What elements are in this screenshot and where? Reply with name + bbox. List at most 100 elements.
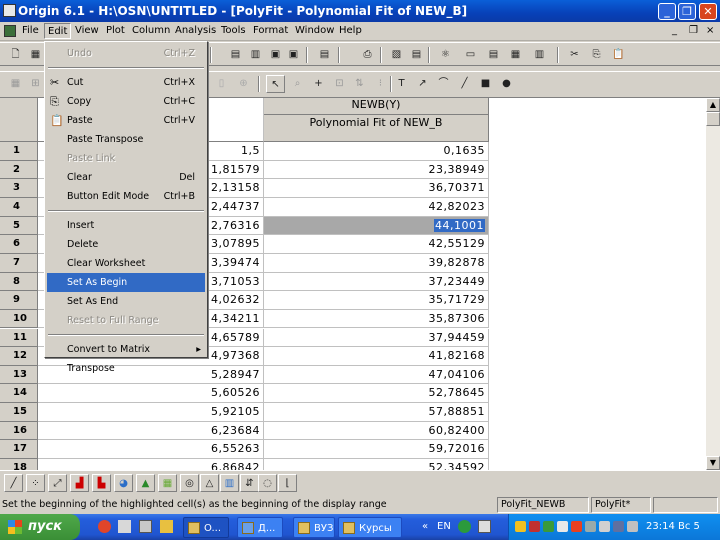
clock[interactable]: 23:14 Вс 5 (646, 514, 700, 540)
stack-plot-icon[interactable]: ▥ (220, 474, 239, 492)
cell-y[interactable]: 44,1001 (264, 216, 489, 236)
template-icon[interactable]: ⌊ (278, 474, 297, 492)
smith-chart-icon[interactable]: ◌ (258, 474, 277, 492)
circle-tool-icon[interactable]: ● (497, 75, 516, 93)
menu-item-copy[interactable]: ⎘ Copy Ctrl+C (47, 92, 205, 111)
menu-help[interactable]: Help (339, 25, 362, 36)
menu-item-transpose[interactable]: Transpose (47, 359, 205, 378)
language-indicator[interactable]: EN (437, 514, 451, 540)
cell-y[interactable]: 36,70371 (264, 179, 489, 198)
menu-view[interactable]: View (75, 25, 99, 36)
menu-item-clear-worksheet[interactable]: Clear Worksheet (47, 254, 205, 273)
cell-y[interactable]: 37,94459 (264, 328, 489, 348)
menu-item-convert-to-matrix[interactable]: Convert to Matrix ▸ (47, 340, 205, 359)
layer-icon[interactable]: ⚛ (436, 46, 455, 64)
scroll-thumb[interactable] (706, 112, 720, 126)
duplicate-icon[interactable]: ▤ (407, 46, 426, 64)
mdi-close-button[interactable]: × (706, 25, 714, 36)
row-header[interactable]: 2 (0, 160, 38, 180)
contour-plot-icon[interactable]: ▦ (158, 474, 177, 492)
data-reader-icon[interactable]: ⊡ (330, 75, 349, 93)
column-b-label[interactable]: Polynomial Fit of NEW_B (264, 115, 489, 142)
cell-y[interactable]: 39,82878 (264, 253, 489, 273)
row-header[interactable]: 14 (0, 384, 38, 404)
row-header[interactable]: 4 (0, 197, 38, 217)
menu-edit[interactable]: Edit (44, 23, 72, 39)
cell-x[interactable]: 5,92105 (38, 403, 264, 422)
cell-y[interactable]: 23,38949 (264, 160, 489, 180)
origin-app-icon[interactable] (3, 4, 16, 17)
cell-y[interactable]: 42,82023 (264, 197, 489, 217)
line-symbol-plot-icon[interactable]: ⤢ (48, 474, 67, 492)
restore-button[interactable]: ❐ (678, 3, 696, 20)
tray-app-icon[interactable] (585, 521, 596, 532)
update-icon[interactable] (543, 521, 554, 532)
tray-app-icon[interactable] (627, 521, 638, 532)
quicklaunch-disk-icon[interactable] (139, 520, 152, 533)
task-document[interactable]: Д... (237, 517, 283, 538)
cell-y[interactable]: 0,1635 (264, 142, 489, 161)
vertical-scrollbar[interactable]: ▲ ▼ (706, 98, 720, 470)
bar-plot-icon[interactable]: ▙ (92, 474, 111, 492)
task-folder-vuz[interactable]: ВУЗ (293, 517, 335, 538)
row-header[interactable]: 8 (0, 272, 38, 292)
worksheet-icon[interactable] (4, 25, 16, 37)
lang-arrows-icon[interactable]: « (422, 514, 428, 540)
menu-window[interactable]: Window (295, 25, 334, 36)
menu-item-set-as-end[interactable]: Set As End (47, 292, 205, 311)
menu-file[interactable]: File (22, 25, 39, 36)
speaker-icon[interactable] (599, 521, 610, 532)
menu-tools[interactable]: Tools (221, 25, 246, 36)
open-template-icon[interactable]: ▥ (246, 46, 265, 64)
row-header[interactable]: 15 (0, 403, 38, 422)
menu-item-set-as-begin[interactable]: Set As Begin (47, 273, 205, 292)
open-icon[interactable]: ▤ (226, 46, 245, 64)
menu-item-delete[interactable]: Delete (47, 235, 205, 254)
code-builder-icon[interactable]: ▦ (506, 46, 525, 64)
scroll-up-arrow-icon[interactable]: ▲ (706, 98, 720, 112)
menu-item-paste[interactable]: 📋 Paste Ctrl+V (47, 111, 205, 130)
row-header[interactable]: 12 (0, 347, 38, 366)
line-plot-icon[interactable]: ╱ (4, 474, 23, 492)
column-b-header[interactable]: NEWB(Y) (264, 98, 489, 115)
row-header[interactable]: 5 (0, 216, 38, 236)
cell-y[interactable]: 60,82400 (264, 421, 489, 441)
print-icon[interactable]: ⎙ (358, 46, 377, 64)
cell-y[interactable]: 37,23449 (264, 272, 489, 292)
cell-y[interactable]: 35,71729 (264, 291, 489, 310)
row-header[interactable]: 10 (0, 309, 38, 329)
polar-plot-icon[interactable]: ◎ (180, 474, 199, 492)
task-folder-kursy[interactable]: Курсы (338, 517, 402, 538)
row-header[interactable]: 11 (0, 328, 38, 348)
pointer-tool-icon[interactable]: ↖ (266, 75, 285, 93)
menu-item-paste-transpose[interactable]: Paste Transpose (47, 130, 205, 149)
menu-item-cut[interactable]: ✂ Cut Ctrl+X (47, 73, 205, 92)
row-header[interactable]: 17 (0, 440, 38, 460)
tray-app-icon[interactable] (478, 520, 491, 533)
pie-chart-icon[interactable]: ◕ (114, 474, 133, 492)
close-button[interactable]: ✕ (699, 3, 717, 20)
row-header[interactable]: 7 (0, 253, 38, 273)
minimize-button[interactable]: _ (658, 3, 676, 20)
menu-item-insert[interactable]: Insert (47, 216, 205, 235)
network-icon[interactable] (458, 520, 471, 533)
menu-plot[interactable]: Plot (106, 25, 125, 36)
import-ascii-icon[interactable]: ▤ (315, 46, 334, 64)
double-y-icon[interactable]: ⇵ (240, 474, 259, 492)
cell-y[interactable]: 35,87306 (264, 309, 489, 329)
scatter-plot-icon[interactable]: ⁘ (26, 474, 45, 492)
line-tool-icon[interactable]: ╱ (455, 75, 474, 93)
row-header[interactable]: 3 (0, 179, 38, 198)
cell-y[interactable]: 59,72016 (264, 440, 489, 460)
cell-x[interactable]: 5,60526 (38, 384, 264, 404)
shield-icon[interactable] (515, 521, 526, 532)
start-button[interactable]: пуск (0, 514, 80, 540)
area-plot-icon[interactable]: ▲ (136, 474, 155, 492)
rectangle-tool-icon[interactable]: ■ (476, 75, 495, 93)
menu-item-button-edit-mode[interactable]: Button Edit Mode Ctrl+B (47, 187, 205, 206)
corner-header[interactable] (0, 98, 38, 142)
cell-x[interactable]: 6,55263 (38, 440, 264, 460)
ternary-plot-icon[interactable]: △ (200, 474, 219, 492)
mdi-minimize-button[interactable]: _ (672, 25, 677, 36)
cell-y[interactable]: 57,88851 (264, 403, 489, 422)
